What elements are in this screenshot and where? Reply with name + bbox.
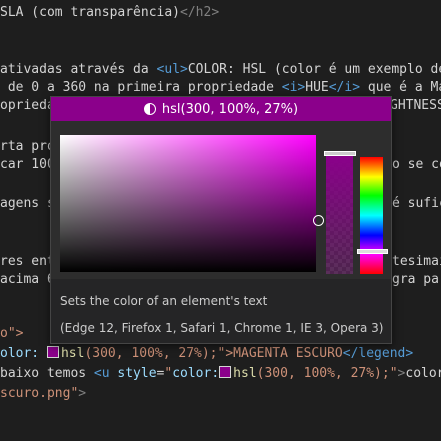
code-line-8-tail: tesimai bbox=[392, 254, 441, 269]
picker-description: Sets the color of an element's text bbox=[60, 294, 268, 308]
code-line-9-tail: gra pa bbox=[392, 272, 439, 287]
saturation-cursor[interactable] bbox=[313, 215, 324, 226]
opacity-slider-thumb[interactable] bbox=[324, 151, 356, 156]
color-picker-popup: hsl(300, 100%, 27%) Sets the color of an… bbox=[50, 96, 392, 344]
hue-slider-thumb[interactable] bbox=[357, 249, 388, 254]
hue-slider[interactable] bbox=[360, 157, 383, 274]
code-line-4-tail: GHTNESS bbox=[390, 98, 441, 113]
code-line-9: acima 6 bbox=[0, 272, 55, 287]
color-swatch-icon[interactable] bbox=[46, 346, 59, 358]
code-line-10: o"> bbox=[0, 326, 24, 341]
saturation-lightness-area[interactable] bbox=[60, 135, 316, 272]
code-line-5: rta pro bbox=[0, 139, 55, 154]
code-line-12: baixo temos <u style="color: hsl(300, 100… bbox=[0, 366, 441, 381]
code-line-2: ativadas através da <ul>COLOR: HSL (colo… bbox=[0, 62, 441, 77]
code-line-3: de 0 a 360 na primeira propriedade <i>HU… bbox=[0, 80, 441, 95]
picker-compatibility: (Edge 12, Firefox 1, Safari 1, Chrome 1,… bbox=[60, 321, 384, 335]
code-line-7: agens s bbox=[0, 196, 55, 211]
code-line-11: olor: hsl(300, 100%, 27%);">MAGENTA ESCU… bbox=[0, 346, 414, 361]
code-line-6-tail: o se co bbox=[392, 157, 441, 172]
color-swatch-icon[interactable] bbox=[219, 366, 232, 378]
color-value-label: hsl(300, 100%, 27%) bbox=[161, 101, 299, 117]
color-picker-header[interactable]: hsl(300, 100%, 27%) bbox=[51, 97, 391, 121]
code-line-1: SLA (com transparência)</h2> bbox=[0, 5, 220, 20]
contrast-icon bbox=[143, 103, 156, 115]
opacity-slider[interactable] bbox=[326, 155, 353, 274]
code-line-6: car 100 bbox=[0, 157, 55, 172]
code-line-8: res ent bbox=[0, 254, 55, 269]
color-picker-body bbox=[51, 121, 391, 279]
code-line-13: scuro.png"> bbox=[0, 386, 87, 401]
code-line-7-tail: é sufic bbox=[392, 196, 441, 211]
